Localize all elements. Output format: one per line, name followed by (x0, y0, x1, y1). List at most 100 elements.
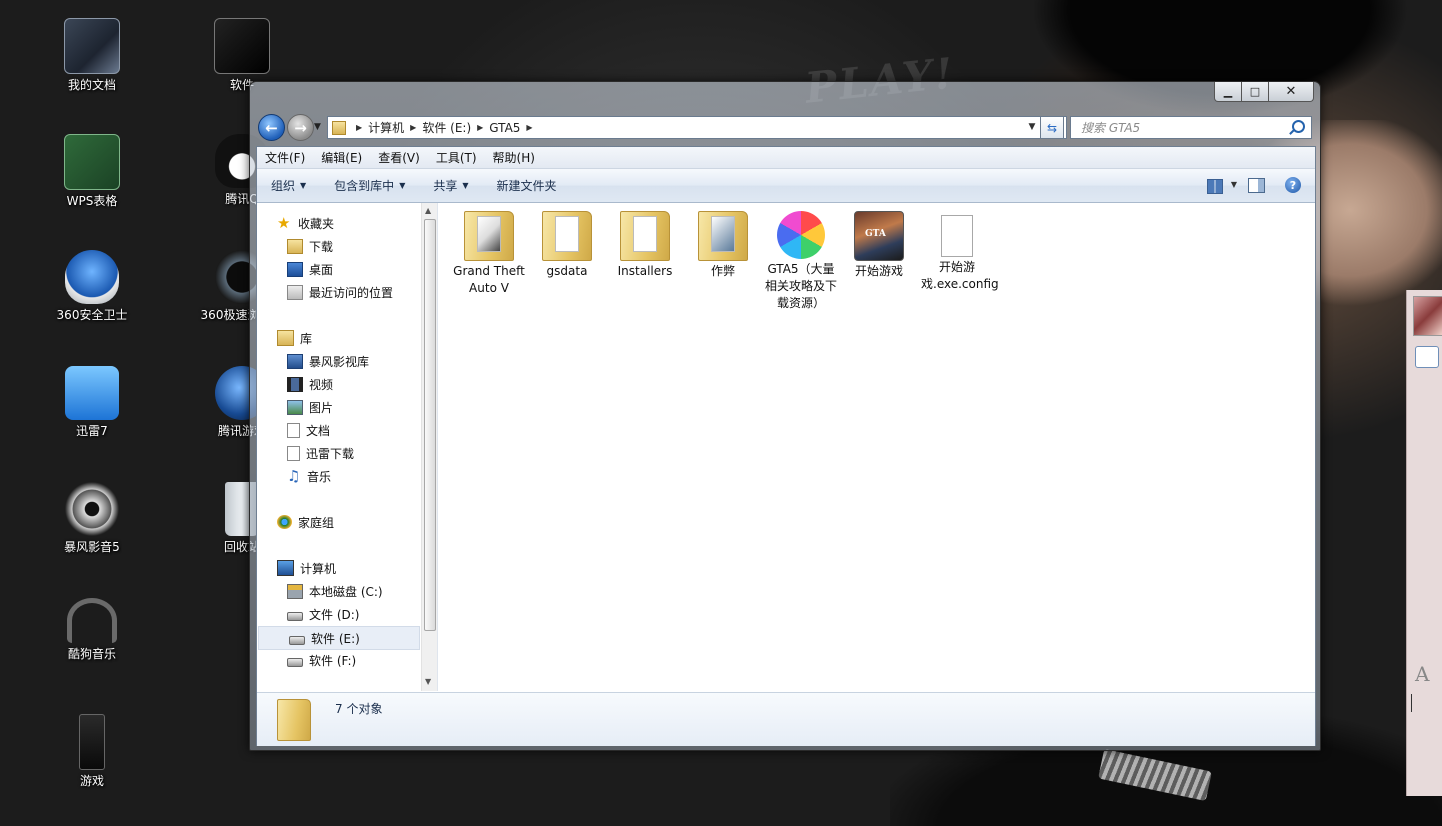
history-dropdown-button[interactable]: ▼ (314, 122, 321, 132)
nav-item-drive-f[interactable]: 软件 (F:) (257, 649, 421, 671)
nav-item-recent-places[interactable]: 最近访问的位置 (257, 281, 421, 303)
menu-tools[interactable]: 工具(T) (428, 149, 485, 166)
nav-libraries-label: 库 (300, 331, 313, 346)
nav-scrollbar[interactable]: ▲ ▼ (421, 203, 437, 691)
address-bar[interactable]: ▶ 计算机 ▶ 软件 (E:) ▶ GTA5 ▶ (327, 116, 1067, 139)
gta-thumb-label: GTA (865, 229, 886, 239)
close-button[interactable]: ✕ (1269, 82, 1314, 102)
minimize-button[interactable]: ▁ (1214, 82, 1242, 102)
file-item-cheats[interactable]: 作弊 (687, 211, 759, 280)
search-input[interactable] (1079, 119, 1293, 136)
computer-icon (277, 560, 294, 576)
navigation-pane: ★ 收藏夹 下载 桌面 最近访问的位置 库 暴风影视库 视频 图片 文档 迅雷下… (257, 203, 438, 691)
drive-icon (289, 635, 305, 645)
breadcrumb-computer[interactable]: 计算机 (368, 119, 404, 136)
nav-libraries[interactable]: 库 (257, 327, 421, 349)
file-item-gta5-guide-shortcut[interactable]: GTA5（大量相关攻略及下载资源） (765, 211, 837, 312)
nav-item-baofeng-library[interactable]: 暴风影视库 (257, 350, 421, 372)
preview-pane-icon[interactable] (1248, 178, 1265, 193)
desktop-icon-kugou[interactable]: 酷狗音乐 (44, 598, 140, 662)
refresh-button[interactable]: ⇆ (1040, 116, 1064, 139)
nav-item-label: 迅雷下载 (306, 446, 355, 461)
nav-item-desktop[interactable]: 桌面 (257, 258, 421, 280)
refresh-icon: ⇆ (1046, 120, 1058, 135)
desktop-icon-baofeng5[interactable]: 暴风影音5 (44, 482, 140, 555)
chevron-right-icon[interactable]: ▶ (526, 123, 532, 132)
nav-item-label: 音乐 (307, 469, 332, 484)
nav-item-drive-e[interactable]: 软件 (E:) (258, 626, 420, 650)
desktop-icon-wps-sheet[interactable]: WPS表格 (44, 134, 140, 209)
file-item-label: gsdata (546, 264, 588, 278)
new-folder-button[interactable]: 新建文件夹 (483, 177, 571, 194)
nav-item-label: 文档 (306, 423, 331, 438)
menu-file[interactable]: 文件(F) (257, 149, 313, 166)
picture-icon (287, 399, 303, 415)
font-icon[interactable]: A (1415, 662, 1429, 686)
chevron-right-icon[interactable]: ▶ (356, 123, 362, 132)
software-box-icon (214, 18, 270, 74)
desktop-icon-xunlei7[interactable]: 迅雷7 (44, 366, 140, 439)
nav-item-drive-c[interactable]: 本地磁盘 (C:) (257, 580, 421, 602)
nav-item-label: 暴风影视库 (309, 354, 370, 369)
nav-item-xunlei-downloads[interactable]: 迅雷下载 (257, 442, 421, 464)
menu-help[interactable]: 帮助(H) (485, 149, 543, 166)
file-item-start-game-config[interactable]: 开始游戏.exe.config (921, 211, 999, 293)
folder-icon (277, 699, 311, 741)
desktop-icon-label: 暴风影音5 (64, 540, 120, 554)
chevron-right-icon[interactable]: ▶ (410, 123, 416, 132)
back-button[interactable]: ← (258, 114, 285, 141)
scroll-up-icon[interactable]: ▲ (425, 206, 431, 215)
nav-item-drive-d[interactable]: 文件 (D:) (257, 603, 421, 625)
help-icon[interactable]: ? (1285, 177, 1301, 193)
search-icon[interactable] (1292, 120, 1305, 133)
star-icon: ★ (277, 214, 291, 232)
nav-homegroup[interactable]: 家庭组 (257, 511, 421, 533)
desktop-icon-360-safe[interactable]: 360安全卫士 (44, 250, 140, 323)
nav-item-music[interactable]: ♫ 音乐 (257, 465, 421, 487)
chevron-down-icon[interactable]: ▼ (1231, 180, 1237, 189)
scrollbar-thumb[interactable] (424, 219, 436, 631)
breadcrumb-drive-e[interactable]: 软件 (E:) (422, 119, 471, 136)
nav-favorites[interactable]: ★ 收藏夹 (257, 212, 421, 234)
address-dropdown-button[interactable]: ▼ (1025, 118, 1039, 135)
folder-icon (542, 211, 592, 261)
desktop-icon-games[interactable]: 游戏 (44, 714, 140, 789)
chevron-right-icon[interactable]: ▶ (477, 123, 483, 132)
file-list: Grand Theft Auto V gsdata Installers 作弊 … (438, 203, 1315, 691)
file-item-installers[interactable]: Installers (609, 211, 681, 280)
chat-bubble-icon[interactable] (1415, 346, 1439, 368)
forward-button[interactable]: → (287, 114, 314, 141)
details-pane: 7 个对象 (257, 692, 1315, 746)
nav-item-label: 图片 (309, 400, 334, 415)
nav-item-pictures[interactable]: 图片 (257, 396, 421, 418)
system-drive-icon (287, 583, 303, 599)
file-item-label: GTA5（大量相关攻略及下载资源） (765, 262, 838, 310)
breadcrumb-gta5[interactable]: GTA5 (489, 121, 520, 135)
file-item-start-game-exe[interactable]: GTA 开始游戏 (843, 211, 915, 280)
share-button[interactable]: 共享 ▼ (419, 177, 482, 194)
nav-item-downloads[interactable]: 下载 (257, 235, 421, 257)
search-box[interactable] (1070, 116, 1312, 139)
avatar[interactable] (1413, 296, 1442, 336)
include-in-library-button[interactable]: 包含到库中 ▼ (320, 177, 419, 194)
menu-view[interactable]: 查看(V) (370, 149, 428, 166)
nav-item-documents[interactable]: 文档 (257, 419, 421, 441)
file-item-grand-theft-auto-v[interactable]: Grand Theft Auto V (453, 211, 525, 297)
arrow-left-icon: ← (265, 118, 278, 137)
nav-item-videos[interactable]: 视频 (257, 373, 421, 395)
file-item-gsdata[interactable]: gsdata (531, 211, 603, 280)
nav-computer[interactable]: 计算机 (257, 557, 421, 579)
side-chat-widget[interactable]: A (1406, 290, 1442, 796)
desktop-icon-label: 酷狗音乐 (67, 647, 116, 661)
wps-spreadsheet-icon (64, 134, 120, 190)
view-options-icon[interactable] (1207, 179, 1223, 194)
scroll-down-icon[interactable]: ▼ (425, 677, 431, 686)
desktop-icon-my-documents[interactable]: 我的文档 (44, 18, 140, 93)
maximize-button[interactable]: □ (1242, 82, 1269, 102)
command-bar: 组织 ▼ 包含到库中 ▼ 共享 ▼ 新建文件夹 ▼ ? (257, 169, 1315, 203)
close-icon: ✕ (1285, 84, 1297, 99)
game-console-icon (79, 714, 105, 770)
organize-button[interactable]: 组织 ▼ (257, 177, 320, 194)
menu-edit[interactable]: 编辑(E) (313, 149, 370, 166)
nav-item-label: 本地磁盘 (C:) (309, 584, 383, 599)
